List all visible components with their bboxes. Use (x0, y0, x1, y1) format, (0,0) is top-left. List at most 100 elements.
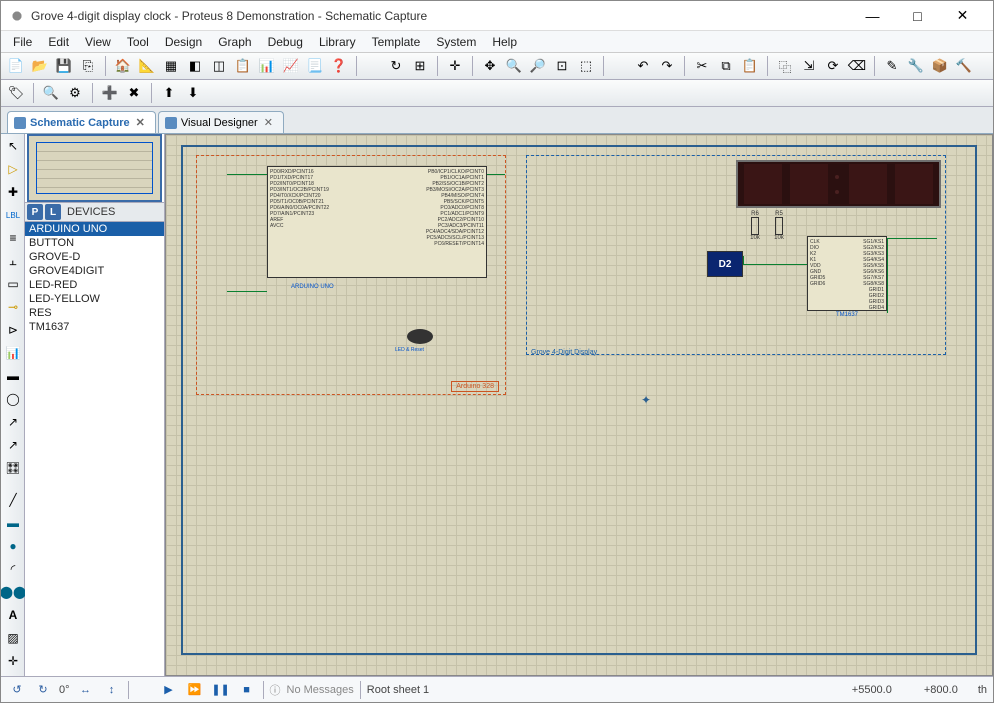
rotate-cw-icon[interactable]: ↻ (33, 681, 53, 699)
menu-edit[interactable]: Edit (40, 33, 77, 51)
cut-icon[interactable]: ✂ (691, 55, 713, 77)
device-arduino uno[interactable]: ARDUINO UNO (25, 222, 164, 236)
block-rotate-icon[interactable]: ⟳ (822, 55, 844, 77)
property-icon[interactable]: ⚙ (64, 82, 86, 104)
overview-window[interactable] (27, 134, 162, 202)
device-grove4digit[interactable]: GROVE4DIGIT (25, 264, 164, 278)
pick-device-button[interactable]: P (27, 204, 43, 220)
path-tool-icon[interactable]: ⬤⬤ (3, 582, 23, 602)
bus-icon[interactable]: ⫠ (3, 251, 23, 271)
device-tm1637[interactable]: TM1637 (25, 320, 164, 334)
subcircuit-icon[interactable]: ▭ (3, 274, 23, 294)
arc-tool-icon[interactable]: ◜ (3, 559, 23, 579)
menu-help[interactable]: Help (484, 33, 525, 51)
bom-icon[interactable]: 📊 (256, 55, 278, 77)
rotate-ccw-icon[interactable]: ↺ (7, 681, 27, 699)
menu-template[interactable]: Template (364, 33, 429, 51)
close-button[interactable]: ✕ (940, 2, 985, 30)
menu-tool[interactable]: Tool (119, 33, 157, 51)
copy-icon[interactable]: ⧉ (715, 55, 737, 77)
flip-v-icon[interactable]: ↕ (102, 681, 122, 699)
arduino-component[interactable]: PD0/RXD/PCINT16PD1/TXD/PCINT17PD2/INT0/P… (196, 155, 506, 395)
3d-icon[interactable]: ◧ (184, 55, 206, 77)
new-sheet-icon[interactable]: ➕ (99, 82, 121, 104)
tab-close-icon[interactable]: ✕ (134, 116, 147, 129)
marker-tool-icon[interactable]: ✛ (3, 651, 23, 671)
selection-mode-icon[interactable]: ↖ (3, 136, 23, 156)
tab-schematic-capture[interactable]: Schematic Capture✕ (7, 111, 156, 133)
block-move-icon[interactable]: ⇲ (798, 55, 820, 77)
open-icon[interactable]: 📂 (29, 55, 51, 77)
design-explorer-icon[interactable]: 📋 (232, 55, 254, 77)
component-mode-icon[interactable]: ▷ (3, 159, 23, 179)
maximize-button[interactable]: □ (895, 2, 940, 30)
exit-to-parent-icon[interactable]: ⬆ (158, 82, 180, 104)
pause-button[interactable]: ❚❚ (211, 681, 231, 699)
library-button[interactable]: L (45, 204, 61, 220)
report-icon[interactable]: 📃 (304, 55, 326, 77)
grid-icon[interactable]: ⊞ (409, 55, 431, 77)
packaging-icon[interactable]: 📦 (929, 55, 951, 77)
origin-icon[interactable]: ✛ (444, 55, 466, 77)
menu-system[interactable]: System (428, 33, 484, 51)
text-script-icon[interactable]: ≡ (3, 228, 23, 248)
probe-voltage-icon[interactable]: ↗ (3, 412, 23, 432)
play-button[interactable]: ▶ (159, 681, 179, 699)
tab-visual-designer[interactable]: Visual Designer✕ (158, 111, 284, 133)
device-list[interactable]: ARDUINO UNOBUTTONGROVE-DGROVE4DIGITLED-R… (25, 222, 164, 676)
close-project-icon[interactable]: ⎘ (77, 55, 99, 77)
redraw-icon[interactable]: ↻ (385, 55, 407, 77)
decompose-icon[interactable]: 🔨 (953, 55, 975, 77)
schematic-canvas[interactable]: PD0/RXD/PCINT16PD1/TXD/PCINT17PD2/INT0/P… (165, 134, 993, 676)
wire-label-icon[interactable]: 🏷 (5, 82, 27, 104)
schematic-icon[interactable]: 📐 (136, 55, 158, 77)
instruments-icon[interactable]: 🎛 (3, 458, 23, 478)
step-button[interactable]: ⏩ (185, 681, 205, 699)
help-icon[interactable]: ❓ (328, 55, 350, 77)
menu-graph[interactable]: Graph (210, 33, 259, 51)
junction-icon[interactable]: ✚ (3, 182, 23, 202)
stop-button[interactable]: ■ (237, 681, 257, 699)
device-pin-icon[interactable]: ⊳ (3, 320, 23, 340)
make-device-icon[interactable]: 🔧 (905, 55, 927, 77)
paste-icon[interactable]: 📋 (739, 55, 761, 77)
flip-h-icon[interactable]: ↔ (76, 681, 96, 699)
device-grove-d[interactable]: GROVE-D (25, 250, 164, 264)
pcb-icon[interactable]: ▦ (160, 55, 182, 77)
graph-icon[interactable]: 📊 (3, 343, 23, 363)
gerber-icon[interactable]: ◫ (208, 55, 230, 77)
device-led-red[interactable]: LED-RED (25, 278, 164, 292)
device-res[interactable]: RES (25, 306, 164, 320)
zoom-area-icon[interactable]: ⬚ (575, 55, 597, 77)
text-tool-icon[interactable]: A (3, 605, 23, 625)
redo-icon[interactable]: ↷ (656, 55, 678, 77)
generator-icon[interactable]: ◯ (3, 389, 23, 409)
line-tool-icon[interactable]: ╱ (3, 490, 23, 510)
pan-icon[interactable]: ✥ (479, 55, 501, 77)
device-led-yellow[interactable]: LED-YELLOW (25, 292, 164, 306)
home-icon[interactable]: 🏠 (112, 55, 134, 77)
menu-design[interactable]: Design (157, 33, 210, 51)
tab-close-icon[interactable]: ✕ (262, 116, 275, 129)
remove-sheet-icon[interactable]: ✖ (123, 82, 145, 104)
box-tool-icon[interactable]: ▬ (3, 513, 23, 533)
save-icon[interactable]: 💾 (53, 55, 75, 77)
zoom-in-icon[interactable]: 🔍 (503, 55, 525, 77)
zoom-out-icon[interactable]: 🔎 (527, 55, 549, 77)
tape-icon[interactable]: ▬ (3, 366, 23, 386)
zoom-all-icon[interactable]: ⊡ (551, 55, 573, 77)
pick-icon[interactable]: ✎ (881, 55, 903, 77)
menu-library[interactable]: Library (311, 33, 364, 51)
chart-icon[interactable]: 📈 (280, 55, 302, 77)
symbol-tool-icon[interactable]: ▨ (3, 628, 23, 648)
block-delete-icon[interactable]: ⌫ (846, 55, 868, 77)
terminal-icon[interactable]: ⊸ (3, 297, 23, 317)
undo-icon[interactable]: ↶ (632, 55, 654, 77)
device-button[interactable]: BUTTON (25, 236, 164, 250)
zoom-child-icon[interactable]: ⬇ (182, 82, 204, 104)
menu-debug[interactable]: Debug (260, 33, 311, 51)
circle-tool-icon[interactable]: ● (3, 536, 23, 556)
grove-display-component[interactable]: CLKDIOK2K1VDDGNDGRID5GRID6 SG1/KS1SG2/KS… (526, 155, 946, 355)
wire-label-tool-icon[interactable]: LBL (3, 205, 23, 225)
menu-view[interactable]: View (77, 33, 119, 51)
